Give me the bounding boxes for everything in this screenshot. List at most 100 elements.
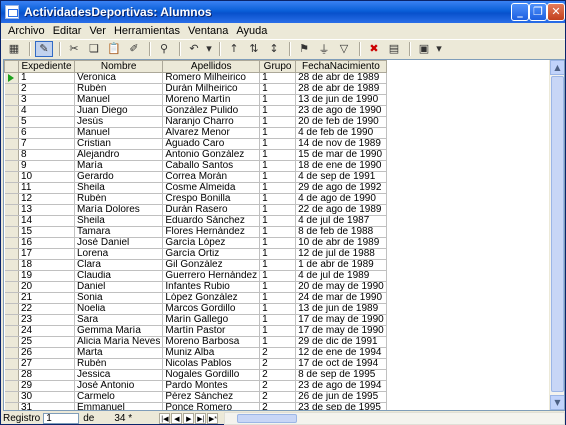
- cell-apellidos[interactable]: Correa Morán: [162, 171, 261, 183]
- cell-nombre[interactable]: María: [74, 160, 164, 172]
- cell-apellidos[interactable]: Nicolas Pablos: [162, 358, 261, 370]
- row-selector[interactable]: [4, 149, 19, 161]
- cell-expediente[interactable]: 3: [18, 94, 75, 106]
- cell-nombre[interactable]: Rubén: [74, 83, 164, 95]
- cell-fecha-nacimiento[interactable]: 8 de sep de 1995: [295, 369, 387, 381]
- cell-apellidos[interactable]: Álvarez Menor: [162, 127, 261, 139]
- cell-nombre[interactable]: Noelia: [74, 303, 164, 315]
- cell-expediente[interactable]: 24: [18, 325, 75, 337]
- cell-grupo[interactable]: 1: [259, 94, 297, 106]
- row-selector[interactable]: [4, 193, 19, 205]
- cell-nombre[interactable]: Marta: [74, 347, 164, 359]
- cell-expediente[interactable]: 27: [18, 358, 75, 370]
- cell-nombre[interactable]: Daniel: [74, 281, 164, 293]
- first-record-icon[interactable]: |◀: [159, 413, 171, 424]
- table-row[interactable]: 22 Noelia Marcos Gordillo 1 13 de jun de 198…: [4, 303, 387, 315]
- table-row[interactable]: 24 Gemma María Martín Pastor 1 17 de may de …: [4, 325, 387, 337]
- column-header-apellidos[interactable]: Apellidos: [162, 60, 261, 73]
- properties-icon[interactable]: ▤: [385, 41, 403, 57]
- row-selector[interactable]: [4, 380, 19, 392]
- cell-apellidos[interactable]: Durán Milheirico: [162, 83, 261, 95]
- cell-grupo[interactable]: 1: [259, 336, 297, 348]
- cell-fecha-nacimiento[interactable]: 13 de jun de 1990: [295, 94, 387, 106]
- row-selector[interactable]: [4, 391, 19, 403]
- cell-expediente[interactable]: 23: [18, 314, 75, 326]
- table-row[interactable]: 21 Sonia López González 1 24 de mar de 1990: [4, 292, 387, 304]
- cell-expediente[interactable]: 31: [18, 402, 75, 410]
- cell-fecha-nacimiento[interactable]: 1 de abr de 1989: [295, 259, 387, 271]
- cell-grupo[interactable]: 1: [259, 72, 297, 84]
- cell-grupo[interactable]: 1: [259, 204, 297, 216]
- cell-grupo[interactable]: 1: [259, 138, 297, 150]
- row-selector[interactable]: [4, 292, 19, 304]
- edit-icon[interactable]: ✎: [35, 40, 53, 57]
- cell-fecha-nacimiento[interactable]: 20 de may de 1990: [295, 281, 387, 293]
- row-selector[interactable]: [4, 226, 19, 238]
- cell-nombre[interactable]: Emmanuel: [74, 402, 164, 410]
- cell-fecha-nacimiento[interactable]: 26 de jun de 1995: [295, 391, 387, 403]
- table-row[interactable]: 26 Marta Muniz Alba 2 12 de ene de 1994: [4, 347, 387, 359]
- cell-grupo[interactable]: 1: [259, 105, 297, 117]
- column-header-grupo[interactable]: Grupo: [259, 60, 297, 73]
- cell-fecha-nacimiento[interactable]: 4 de jul de 1987: [295, 215, 387, 227]
- cell-expediente[interactable]: 12: [18, 193, 75, 205]
- row-selector[interactable]: [4, 402, 19, 410]
- cell-expediente[interactable]: 17: [18, 248, 75, 260]
- cell-nombre[interactable]: María Dolores: [74, 204, 164, 216]
- cell-fecha-nacimiento[interactable]: 10 de abr de 1989: [295, 237, 387, 249]
- cell-grupo[interactable]: 2: [259, 380, 297, 392]
- cell-grupo[interactable]: 1: [259, 270, 297, 282]
- cell-fecha-nacimiento[interactable]: 28 de abr de 1989: [295, 83, 387, 95]
- cell-apellidos[interactable]: Ponce Romero: [162, 402, 261, 410]
- cell-apellidos[interactable]: Pérez Sánchez: [162, 391, 261, 403]
- cell-nombre[interactable]: Sheila: [74, 182, 164, 194]
- cell-fecha-nacimiento[interactable]: 17 de may de 1990: [295, 314, 387, 326]
- cell-apellidos[interactable]: Crespo Bonilla: [162, 193, 261, 205]
- cell-nombre[interactable]: Manuel: [74, 127, 164, 139]
- row-selector[interactable]: [4, 105, 19, 117]
- sort-ascending-icon[interactable]: ↑: [225, 41, 243, 57]
- cell-apellidos[interactable]: Caballo Santos: [162, 160, 261, 172]
- table-row[interactable]: 9 María Caballo Santos 1 18 de ene de 1990: [4, 160, 387, 172]
- cell-apellidos[interactable]: Infantes Rubio: [162, 281, 261, 293]
- cell-nombre[interactable]: Gerardo: [74, 171, 164, 183]
- cell-fecha-nacimiento[interactable]: 12 de jul de 1988: [295, 248, 387, 260]
- row-selector[interactable]: [4, 281, 19, 293]
- cell-nombre[interactable]: Gemma María: [74, 325, 164, 337]
- cell-grupo[interactable]: 1: [259, 160, 297, 172]
- table-row[interactable]: 13 María Dolores Durán Rasero 1 22 de ago de…: [4, 204, 387, 216]
- cell-expediente[interactable]: 7: [18, 138, 75, 150]
- cell-nombre[interactable]: Clara: [74, 259, 164, 271]
- cell-fecha-nacimiento[interactable]: 29 de dic de 1991: [295, 336, 387, 348]
- maximize-button[interactable]: ❐: [529, 3, 547, 21]
- cell-fecha-nacimiento[interactable]: 23 de sep de 1995: [295, 402, 387, 410]
- row-selector[interactable]: [4, 270, 19, 282]
- cell-nombre[interactable]: Rubén: [74, 193, 164, 205]
- cell-grupo[interactable]: 1: [259, 149, 297, 161]
- scroll-thumb[interactable]: [551, 76, 564, 392]
- row-selector[interactable]: [4, 347, 19, 359]
- menu-ayuda[interactable]: Ayuda: [232, 25, 271, 37]
- table-row[interactable]: 6 Manuel Álvarez Menor 1 4 de feb de 1990: [4, 127, 387, 139]
- cell-nombre[interactable]: Claudia: [74, 270, 164, 282]
- menu-editar[interactable]: Editar: [49, 25, 86, 37]
- cell-expediente[interactable]: 10: [18, 171, 75, 183]
- cell-fecha-nacimiento[interactable]: 8 de feb de 1988: [295, 226, 387, 238]
- cell-fecha-nacimiento[interactable]: 17 de oct de 1994: [295, 358, 387, 370]
- cell-fecha-nacimiento[interactable]: 17 de may de 1990: [295, 325, 387, 337]
- cell-apellidos[interactable]: Naranjo Charro: [162, 116, 261, 128]
- table-row[interactable]: 12 Rubén Crespo Bonilla 1 4 de ago de 1990: [4, 193, 387, 205]
- cell-expediente[interactable]: 20: [18, 281, 75, 293]
- cell-grupo[interactable]: 2: [259, 369, 297, 381]
- table-row[interactable]: 3 Manuel Moreno Martín 1 13 de jun de 1990: [4, 94, 387, 106]
- horizontal-scroll-thumb[interactable]: [237, 414, 298, 423]
- next-record-icon[interactable]: ▶: [183, 413, 195, 424]
- cell-apellidos[interactable]: González Pulido: [162, 105, 261, 117]
- cell-fecha-nacimiento[interactable]: 20 de feb de 1990: [295, 116, 387, 128]
- cell-fecha-nacimiento[interactable]: 4 de jul de 1989: [295, 270, 387, 282]
- row-selector[interactable]: [4, 204, 19, 216]
- cell-apellidos[interactable]: Moreno Martín: [162, 94, 261, 106]
- cell-grupo[interactable]: 1: [259, 248, 297, 260]
- format-painter-icon[interactable]: ✐: [125, 41, 143, 57]
- cell-apellidos[interactable]: Durán Rasero: [162, 204, 261, 216]
